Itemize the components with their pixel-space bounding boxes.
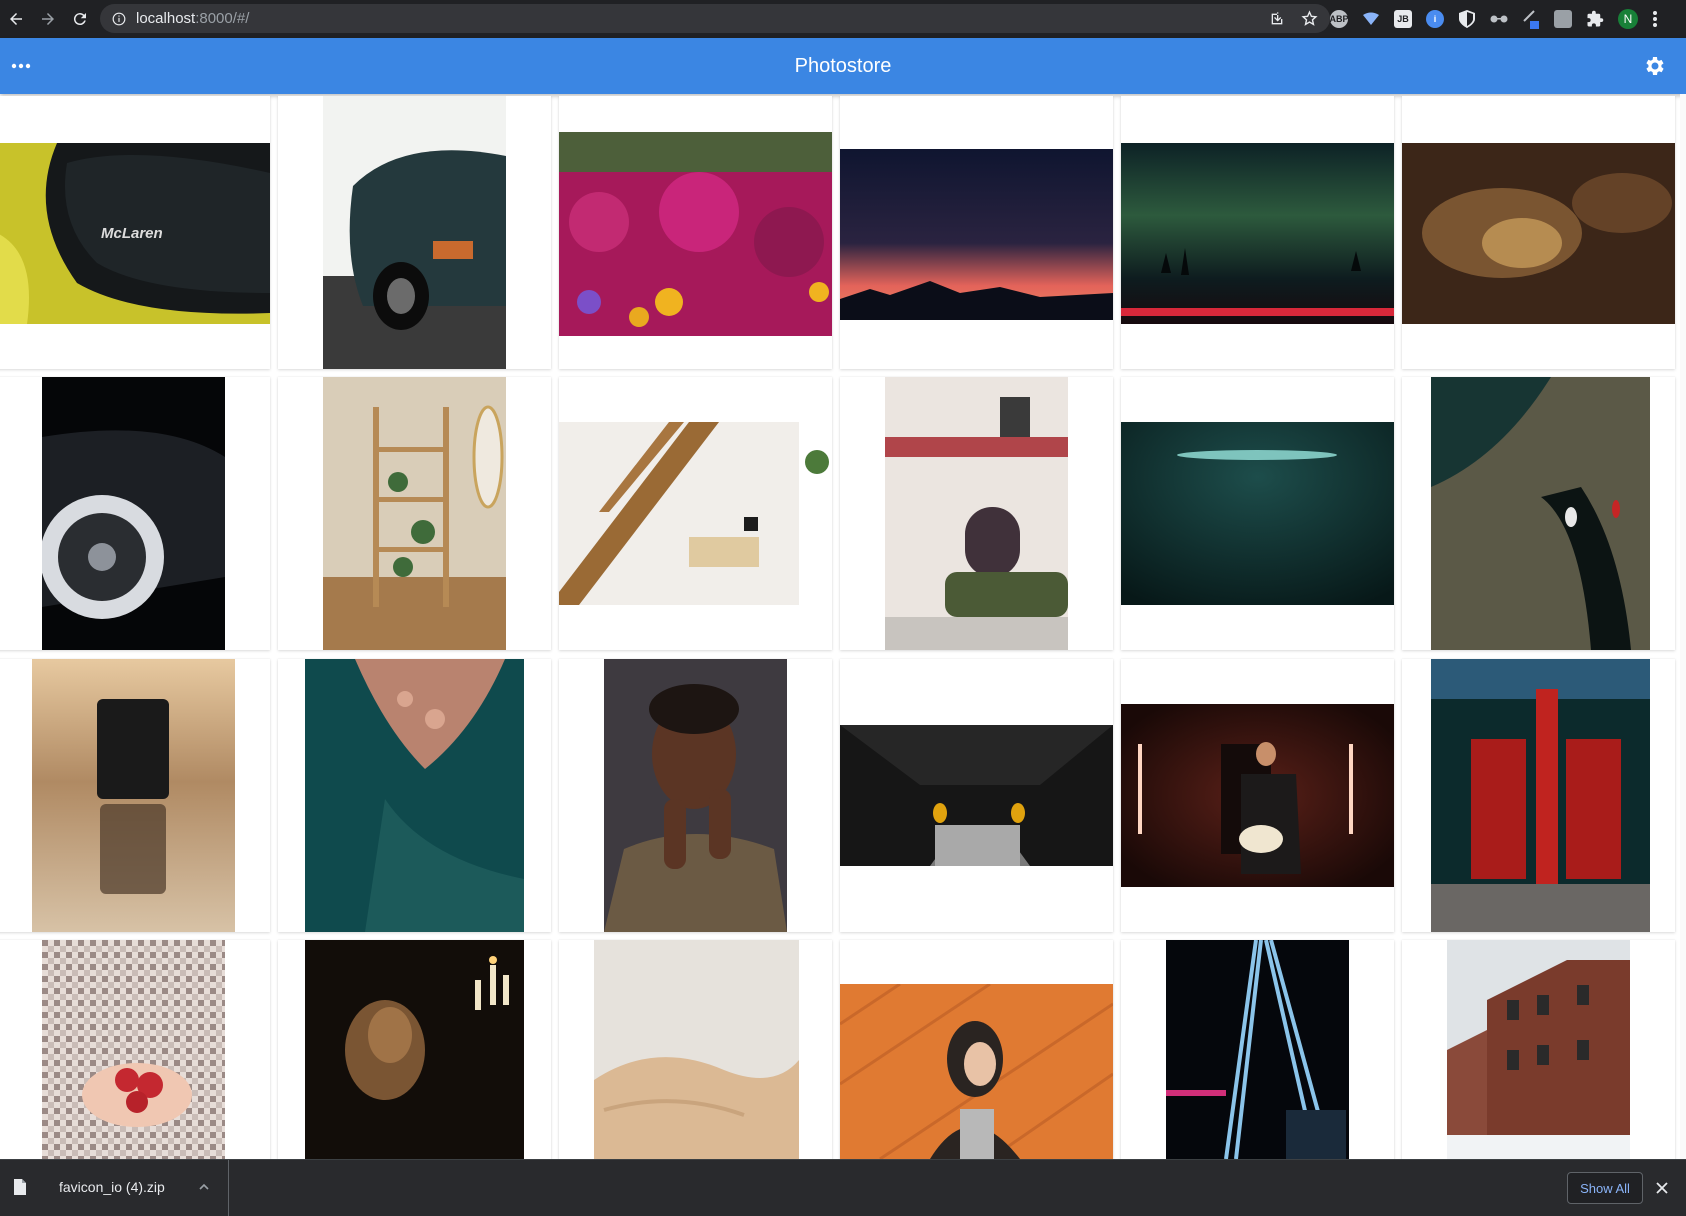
photo-turquoise-rocks[interactable]	[305, 659, 524, 932]
photo-candlelight[interactable]	[305, 940, 524, 1159]
photo-neon-trails[interactable]	[1166, 940, 1349, 1159]
photo-card[interactable]	[1121, 659, 1394, 932]
photo-guitarist[interactable]	[1121, 704, 1394, 887]
extensions-bar: ABP JB i N	[1330, 0, 1658, 38]
photo-blanket[interactable]	[594, 940, 799, 1159]
chevron-up-icon[interactable]	[198, 1181, 210, 1193]
photo-card[interactable]	[1402, 377, 1675, 650]
app-title: Photostore	[794, 55, 892, 77]
gear-icon[interactable]	[1642, 54, 1666, 78]
image-extension-icon[interactable]	[1554, 10, 1572, 28]
photo-snow-buildings[interactable]	[1447, 940, 1630, 1159]
photo-card[interactable]	[0, 377, 270, 650]
photo-teal-glow[interactable]	[1121, 422, 1394, 605]
photo-city-down[interactable]	[840, 725, 1113, 866]
photo-shelf[interactable]	[323, 377, 506, 650]
photo-stairs[interactable]	[559, 422, 832, 605]
photo-mclaren[interactable]: McLaren	[0, 143, 270, 324]
puzzle-icon[interactable]	[1586, 10, 1604, 28]
photo-card[interactable]	[278, 96, 551, 369]
photo-orange-wall[interactable]	[840, 984, 1113, 1159]
photo-card[interactable]	[559, 96, 832, 369]
photo-flowers[interactable]	[559, 132, 832, 336]
photo-card[interactable]	[840, 659, 1113, 932]
photo-card[interactable]	[1121, 940, 1394, 1159]
glasses-extension-icon[interactable]	[1490, 10, 1508, 28]
photo-sunset[interactable]	[840, 149, 1113, 320]
photo-card[interactable]	[1402, 659, 1675, 932]
photo-card[interactable]	[278, 659, 551, 932]
photo-card[interactable]	[559, 377, 832, 650]
url-path: :8000/#/	[195, 10, 250, 27]
photo-portrait[interactable]	[604, 659, 787, 932]
close-icon[interactable]	[1655, 1181, 1669, 1195]
file-icon	[14, 1179, 26, 1195]
address-bar[interactable]: localhost:8000/#/	[100, 4, 1330, 33]
photo-card[interactable]: McLaren	[0, 96, 270, 369]
photo-card[interactable]	[0, 659, 270, 932]
mclaren-logo-text: McLaren	[101, 225, 163, 242]
photo-card[interactable]	[840, 940, 1113, 1159]
photo-storefront[interactable]	[885, 377, 1068, 650]
jb-extension-icon[interactable]: JB	[1394, 10, 1412, 28]
photo-lens[interactable]	[32, 659, 235, 932]
star-icon[interactable]	[1301, 10, 1318, 27]
page-scrollbar[interactable]	[1680, 94, 1686, 1159]
download-item[interactable]: favicon_io (4).zip	[0, 1160, 229, 1216]
photo-bokeh[interactable]	[1402, 143, 1675, 324]
photo-card[interactable]	[1402, 940, 1675, 1159]
kebab-menu-icon[interactable]	[1652, 10, 1658, 28]
photo-card[interactable]	[1402, 96, 1675, 369]
browser-toolbar: localhost:8000/#/ ABP JB i N	[0, 0, 1686, 38]
photo-card[interactable]	[278, 940, 551, 1159]
forward-button[interactable]	[32, 3, 64, 35]
shield-extension-icon[interactable]	[1458, 10, 1476, 28]
info-icon	[112, 12, 126, 25]
photo-card[interactable]	[840, 377, 1113, 650]
arrow-forward-icon	[42, 13, 54, 25]
profile-avatar[interactable]: N	[1618, 9, 1638, 29]
back-button[interactable]	[0, 3, 32, 35]
photo-card[interactable]	[1121, 377, 1394, 650]
app-bar: Photostore	[0, 38, 1686, 94]
reload-button[interactable]	[64, 3, 96, 35]
download-shelf: favicon_io (4).zip Show All	[0, 1159, 1686, 1216]
photo-card[interactable]	[0, 940, 270, 1159]
photo-porsche[interactable]	[323, 96, 506, 369]
cloud-extension-icon[interactable]	[1362, 10, 1380, 28]
reload-icon	[73, 13, 86, 26]
adblock-extension-icon[interactable]: ABP	[1330, 10, 1349, 28]
photo-card[interactable]	[559, 940, 832, 1159]
photo-aerial-coast[interactable]	[1431, 377, 1650, 650]
photo-concept-car[interactable]	[42, 377, 225, 650]
photo-card[interactable]	[559, 659, 832, 932]
url-host: localhost	[136, 10, 196, 27]
show-all-button[interactable]: Show All	[1567, 1172, 1643, 1204]
info-extension-icon[interactable]: i	[1426, 10, 1444, 28]
arrow-back-icon	[10, 13, 22, 25]
photo-aurora[interactable]	[1121, 143, 1394, 324]
install-app-icon[interactable]	[1269, 11, 1285, 27]
photo-card[interactable]	[278, 377, 551, 650]
photo-card[interactable]	[840, 96, 1113, 369]
photo-temple[interactable]	[1431, 659, 1650, 932]
download-filename: favicon_io (4).zip	[59, 1179, 165, 1195]
photo-strawberries[interactable]	[42, 940, 225, 1159]
photo-card[interactable]	[1121, 96, 1394, 369]
photo-grid: McLaren	[0, 96, 1680, 1159]
pen-extension-icon[interactable]	[1522, 10, 1540, 29]
